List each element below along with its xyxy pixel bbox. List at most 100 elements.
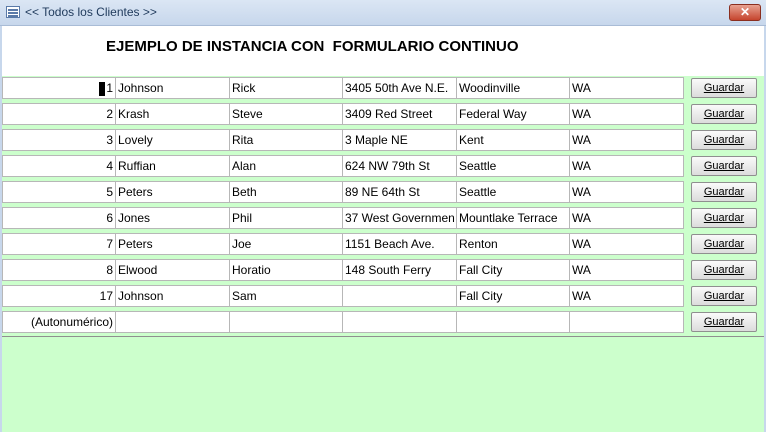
text-cursor: [99, 81, 106, 96]
city-field-value: Kent: [459, 133, 484, 147]
id-field[interactable]: 4: [2, 155, 116, 177]
last-name-field[interactable]: Elwood: [115, 259, 230, 281]
state-field[interactable]: WA: [569, 207, 684, 229]
last-name-field[interactable]: Krash: [115, 103, 230, 125]
first-name-field[interactable]: Phil: [229, 207, 344, 229]
state-field[interactable]: WA: [569, 103, 684, 125]
state-field-value: WA: [572, 263, 591, 277]
save-button[interactable]: Guardar: [691, 104, 757, 124]
id-field[interactable]: 2: [2, 103, 116, 125]
city-field[interactable]: Federal Way: [456, 103, 571, 125]
id-field-value: (Autonumérico): [30, 315, 113, 329]
id-field[interactable]: 17: [2, 285, 116, 307]
first-name-field[interactable]: [229, 311, 344, 333]
city-field[interactable]: Fall City: [456, 259, 571, 281]
address-field[interactable]: 37 West Governmen: [342, 207, 457, 229]
save-button-label: Guardar: [703, 290, 745, 302]
city-field[interactable]: Renton: [456, 233, 571, 255]
city-field[interactable]: Seattle: [456, 155, 571, 177]
first-name-field-value: Sam: [232, 289, 257, 303]
city-field[interactable]: Fall City: [456, 285, 571, 307]
first-name-field[interactable]: Beth: [229, 181, 344, 203]
address-field[interactable]: [342, 285, 457, 307]
last-name-field[interactable]: [115, 311, 230, 333]
id-field[interactable]: 1: [2, 77, 116, 99]
last-name-field[interactable]: Johnson: [115, 285, 230, 307]
id-field-value: 3: [106, 133, 113, 147]
save-button[interactable]: Guardar: [691, 78, 757, 98]
address-field[interactable]: 624 NW 79th St: [342, 155, 457, 177]
city-field-value: Fall City: [459, 289, 503, 303]
address-field-value: 3 Maple NE: [345, 133, 408, 147]
address-field[interactable]: 148 South Ferry: [342, 259, 457, 281]
id-field[interactable]: 7: [2, 233, 116, 255]
first-name-field[interactable]: Alan: [229, 155, 344, 177]
last-name-field[interactable]: Johnson: [115, 77, 230, 99]
state-field[interactable]: WA: [569, 285, 684, 307]
city-field[interactable]: [456, 311, 571, 333]
city-field[interactable]: Kent: [456, 129, 571, 151]
state-field[interactable]: WA: [569, 155, 684, 177]
state-field-value: WA: [572, 289, 591, 303]
last-name-field-value: Elwood: [118, 263, 158, 277]
last-name-field-value: Lovely: [118, 133, 153, 147]
state-field[interactable]: WA: [569, 259, 684, 281]
state-field-value: WA: [572, 133, 591, 147]
address-field[interactable]: 89 NE 64th St: [342, 181, 457, 203]
first-name-field-value: Rick: [232, 81, 256, 95]
save-button[interactable]: Guardar: [691, 130, 757, 150]
close-button[interactable]: ✕: [729, 4, 761, 21]
city-field[interactable]: Seattle: [456, 181, 571, 203]
id-field[interactable]: 5: [2, 181, 116, 203]
first-name-field[interactable]: Horatio: [229, 259, 344, 281]
first-name-field-value: Joe: [232, 237, 252, 251]
address-field[interactable]: 3409 Red Street: [342, 103, 457, 125]
id-field-value: 7: [106, 237, 113, 251]
first-name-field[interactable]: Rita: [229, 129, 344, 151]
first-name-field[interactable]: Joe: [229, 233, 344, 255]
save-button[interactable]: Guardar: [691, 182, 757, 202]
city-field-value: Woodinville: [459, 81, 521, 95]
first-name-field[interactable]: Rick: [229, 77, 344, 99]
last-name-field[interactable]: Ruffian: [115, 155, 230, 177]
city-field[interactable]: Woodinville: [456, 77, 571, 99]
address-field[interactable]: [342, 311, 457, 333]
record-list: 1 Johnson Rick 3405 50th Ave N.E. Woodinvill…: [2, 76, 764, 336]
save-button-label: Guardar: [703, 108, 745, 120]
save-button[interactable]: Guardar: [691, 234, 757, 254]
record-row: 4 Ruffian Alan 624 NW 79th St Seattle WA Guard…: [2, 154, 764, 180]
state-field[interactable]: WA: [569, 233, 684, 255]
window-title: << Todos los Clientes >>: [25, 5, 157, 19]
city-field[interactable]: Mountlake Terrace: [456, 207, 571, 229]
address-field[interactable]: 1151 Beach Ave.: [342, 233, 457, 255]
last-name-field[interactable]: Jones: [115, 207, 230, 229]
id-field[interactable]: (Autonumérico): [2, 311, 116, 333]
save-button[interactable]: Guardar: [691, 156, 757, 176]
save-button[interactable]: Guardar: [691, 260, 757, 280]
first-name-field-value: Steve: [232, 107, 263, 121]
save-button[interactable]: Guardar: [691, 286, 757, 306]
address-field[interactable]: 3405 50th Ave N.E.: [342, 77, 457, 99]
state-field-value: WA: [572, 185, 591, 199]
address-field-value: 37 West Governmen: [345, 211, 455, 225]
city-field-value: Seattle: [459, 185, 497, 199]
state-field[interactable]: [569, 311, 684, 333]
id-field[interactable]: 8: [2, 259, 116, 281]
save-button-label: Guardar: [703, 134, 745, 146]
last-name-field[interactable]: Peters: [115, 181, 230, 203]
state-field[interactable]: WA: [569, 77, 684, 99]
save-button[interactable]: Guardar: [691, 208, 757, 228]
last-name-field[interactable]: Lovely: [115, 129, 230, 151]
save-button[interactable]: Guardar: [691, 312, 757, 332]
save-button-label: Guardar: [703, 82, 745, 94]
id-field[interactable]: 3: [2, 129, 116, 151]
city-field-value: Renton: [459, 237, 498, 251]
first-name-field[interactable]: Sam: [229, 285, 344, 307]
state-field[interactable]: WA: [569, 181, 684, 203]
first-name-field-value: Phil: [232, 211, 253, 225]
first-name-field[interactable]: Steve: [229, 103, 344, 125]
last-name-field[interactable]: Peters: [115, 233, 230, 255]
state-field[interactable]: WA: [569, 129, 684, 151]
id-field[interactable]: 6: [2, 207, 116, 229]
address-field[interactable]: 3 Maple NE: [342, 129, 457, 151]
